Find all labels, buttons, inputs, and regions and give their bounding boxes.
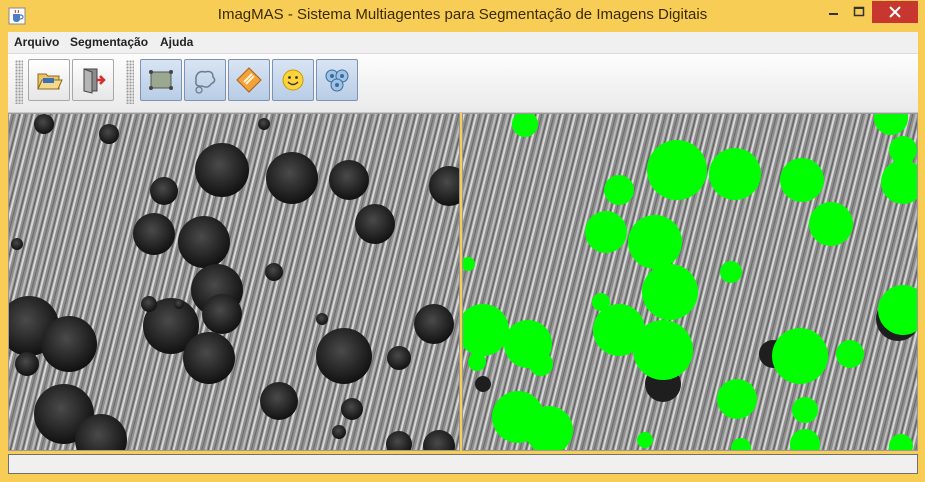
close-icon xyxy=(889,6,901,18)
lasso-blobs-icon xyxy=(195,70,216,94)
toolbar xyxy=(8,54,918,113)
maximize-button[interactable] xyxy=(846,1,872,23)
exit-door-icon xyxy=(83,68,106,94)
agent-button[interactable] xyxy=(272,59,314,101)
multi-agent-icon xyxy=(325,69,349,92)
open-button[interactable] xyxy=(28,59,70,101)
menu-ajuda[interactable]: Ajuda xyxy=(160,35,193,49)
segmented-image xyxy=(463,114,917,450)
app-window: ImagMAS - Sistema Multiagentes para Segm… xyxy=(0,0,925,482)
smiley-agent-icon xyxy=(282,69,304,91)
close-button[interactable] xyxy=(872,1,918,23)
title-bar[interactable]: ImagMAS - Sistema Multiagentes para Segm… xyxy=(0,0,925,32)
toolbar-grip[interactable] xyxy=(15,60,23,104)
multi-agent-button[interactable] xyxy=(316,59,358,101)
lasso-button[interactable] xyxy=(184,59,226,101)
original-image xyxy=(9,114,459,450)
image-frame-button[interactable] xyxy=(140,59,182,101)
open-folder-icon xyxy=(37,73,63,90)
minimize-icon xyxy=(829,13,838,15)
minimize-button[interactable] xyxy=(820,1,846,23)
image-frame-icon xyxy=(149,70,173,90)
maximize-icon xyxy=(853,6,865,17)
original-image-panel xyxy=(8,113,460,451)
diamond-warning-icon xyxy=(236,67,262,93)
exit-button[interactable] xyxy=(72,59,114,101)
toolbar-grip-2[interactable] xyxy=(126,60,134,104)
menu-bar: Arquivo Segmentação Ajuda xyxy=(8,32,918,54)
window-title: ImagMAS - Sistema Multiagentes para Segm… xyxy=(217,6,708,23)
menu-segmentacao[interactable]: Segmentação xyxy=(70,35,148,49)
segmented-image-panel xyxy=(462,113,918,451)
diamond-tool-button[interactable] xyxy=(228,59,270,101)
menu-arquivo[interactable]: Arquivo xyxy=(14,35,59,49)
status-bar xyxy=(8,454,918,474)
